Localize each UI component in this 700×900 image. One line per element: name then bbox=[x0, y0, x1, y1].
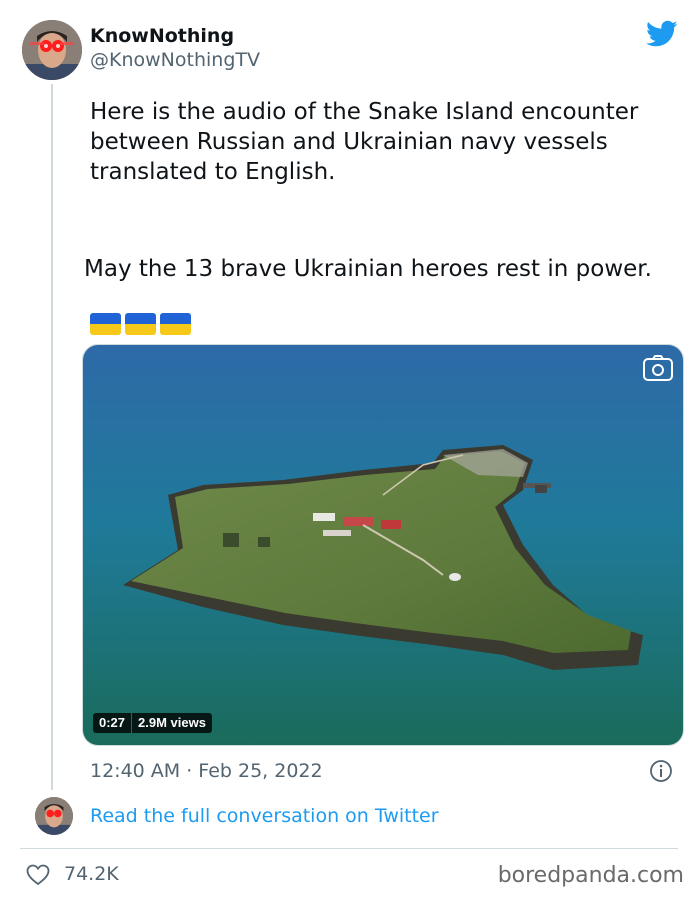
video-player[interactable]: 0:27 2.9M views bbox=[82, 344, 684, 746]
ukraine-flag-icon bbox=[160, 313, 191, 335]
ukraine-flag-icon bbox=[125, 313, 156, 335]
author-display-name[interactable]: KnowNothing bbox=[90, 24, 260, 48]
ukraine-flag-icon bbox=[90, 313, 121, 335]
watermark: boredpanda.com bbox=[497, 863, 684, 888]
divider bbox=[20, 848, 678, 849]
info-icon[interactable] bbox=[649, 759, 673, 783]
flag-emoji-row bbox=[90, 313, 191, 335]
author-handle[interactable]: @KnowNothingTV bbox=[90, 48, 260, 72]
video-badges: 0:27 2.9M views bbox=[93, 713, 212, 733]
thread-line bbox=[51, 84, 53, 790]
read-full-conversation-link[interactable]: Read the full conversation on Twitter bbox=[90, 804, 439, 828]
author-avatar[interactable] bbox=[22, 20, 82, 80]
tweet-text-second-paragraph: May the 13 brave Ukrainian heroes rest i… bbox=[84, 256, 652, 282]
camera-icon[interactable] bbox=[643, 355, 673, 381]
video-duration: 0:27 bbox=[93, 713, 132, 733]
video-thumbnail[interactable] bbox=[83, 345, 684, 746]
tweet-timestamp[interactable]: 12:40 AM · Feb 25, 2022 bbox=[90, 759, 323, 783]
tweet-text: Here is the audio of the Snake Island en… bbox=[90, 99, 639, 185]
video-views: 2.9M views bbox=[132, 713, 212, 733]
conversation-avatar[interactable] bbox=[35, 797, 73, 835]
like-count[interactable]: 74.2K bbox=[64, 862, 119, 886]
heart-icon[interactable] bbox=[26, 864, 50, 886]
twitter-logo-icon[interactable] bbox=[646, 20, 678, 48]
author-block[interactable]: KnowNothing @KnowNothingTV bbox=[90, 24, 260, 72]
